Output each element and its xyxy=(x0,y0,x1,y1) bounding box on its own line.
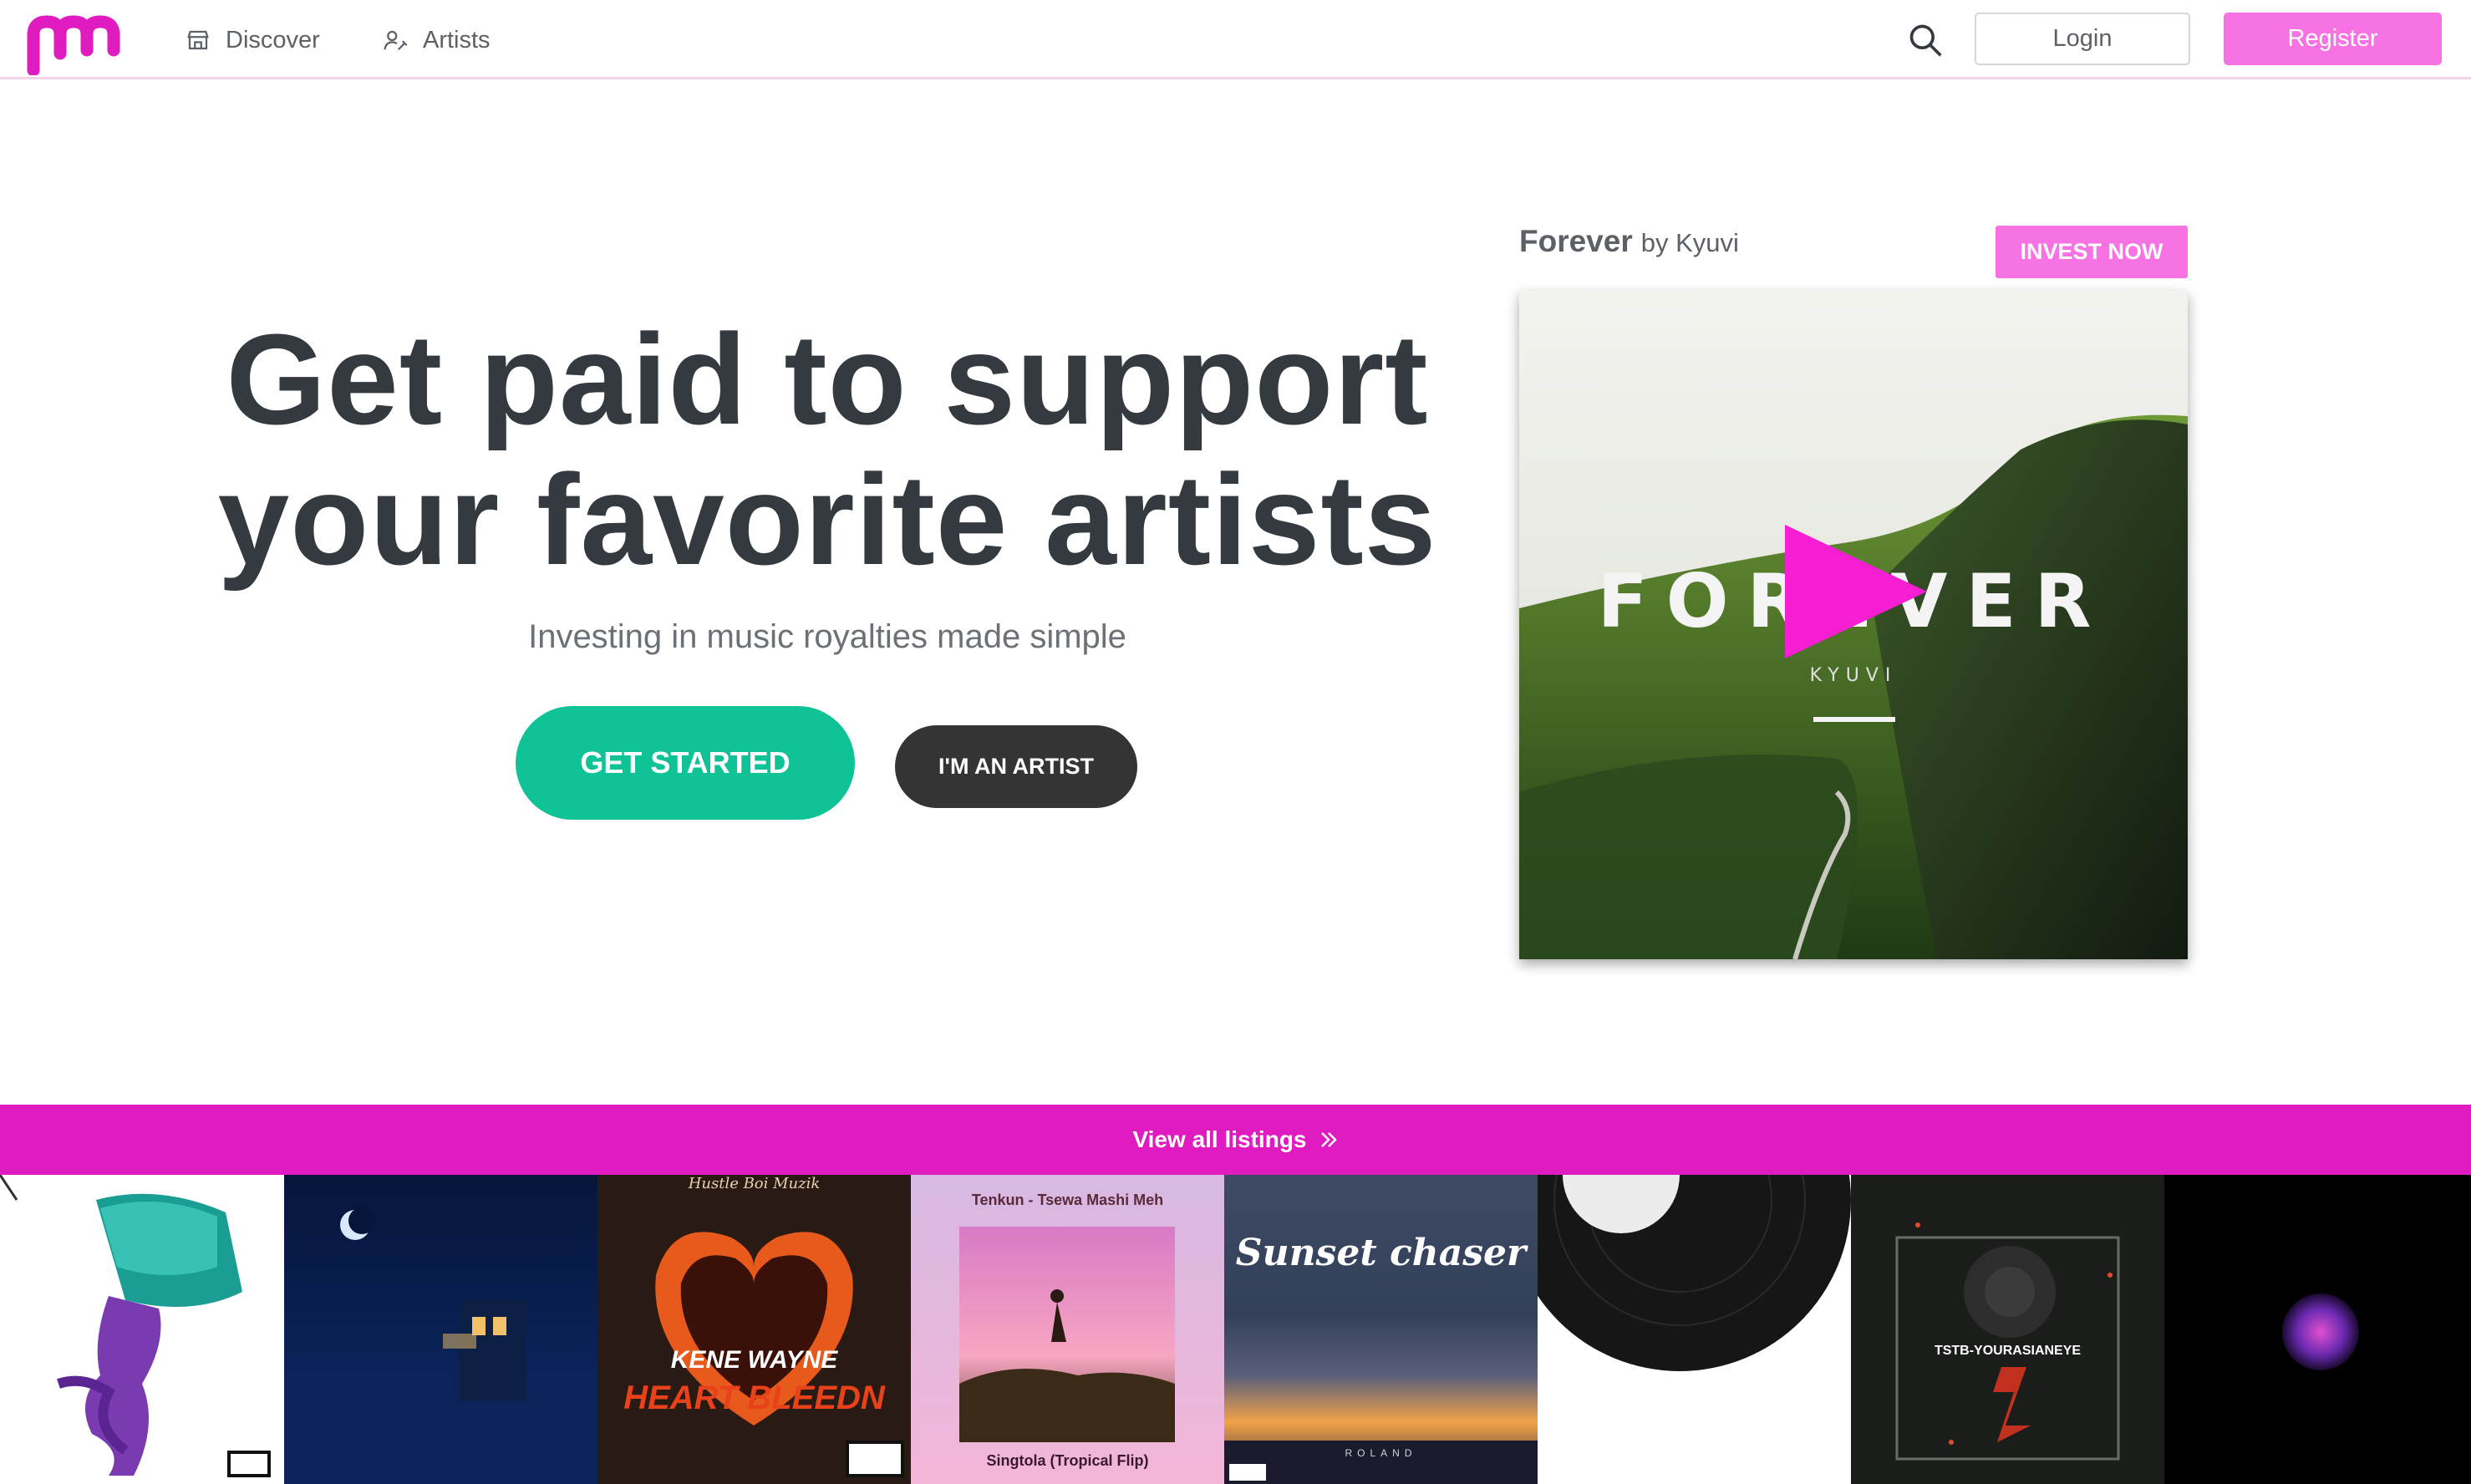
featured-cover[interactable]: FOREVER KYUVI xyxy=(1519,291,2188,959)
hero-title: Get paid to support your favorite artist… xyxy=(167,309,1487,590)
cover-tsewa-art xyxy=(911,1175,1224,1484)
cover-sunset-title: Sunset chaser xyxy=(1235,1232,1527,1274)
cover-sunset-bottom: ROLAND xyxy=(1345,1447,1417,1459)
cover-wavy-art xyxy=(0,1175,284,1484)
get-started-button[interactable]: GET STARTED xyxy=(516,706,855,820)
hero-title-line2: your favorite artists xyxy=(217,448,1437,592)
cover-wavy[interactable] xyxy=(0,1175,284,1484)
cover-tsewa-top: Tenkun - Tsewa Mashi Meh xyxy=(971,1192,1164,1208)
cover-heart-line2: HEART BLEEDN xyxy=(623,1380,885,1416)
invest-now-button[interactable]: INVEST NOW xyxy=(1996,226,2188,278)
featured-heading: Forever by Kyuvi xyxy=(1519,224,1739,259)
listings-cover-row: Hustle Boi Muzik KENE WAYNE HEART BLEEDN… xyxy=(0,1175,2471,1484)
featured-song-title[interactable]: Forever xyxy=(1519,224,1633,259)
register-button[interactable]: Register xyxy=(2224,13,2442,65)
nav-artists-label: Artists xyxy=(423,26,491,53)
cover-vinyl[interactable] xyxy=(1538,1175,1851,1484)
artists-icon xyxy=(384,30,408,51)
im-an-artist-button[interactable]: I'M AN ARTIST xyxy=(895,725,1137,808)
cover-vinyl-art xyxy=(1538,1175,1851,1484)
brand-logo[interactable] xyxy=(27,8,127,75)
cover-underline xyxy=(1813,717,1895,722)
login-button[interactable]: Login xyxy=(1975,13,2190,65)
cover-galaxy-art xyxy=(2164,1175,2471,1484)
cover-tsewa[interactable]: Tenkun - Tsewa Mashi Meh Singtola (Tropi… xyxy=(911,1175,1224,1484)
cover-heart-bleedn-art xyxy=(597,1175,911,1484)
nav-artists[interactable]: Artists xyxy=(383,23,491,57)
cover-galaxy[interactable] xyxy=(2164,1175,2471,1484)
double-chevron-right-icon xyxy=(1320,1132,1337,1147)
cover-heart-bleedn[interactable]: Hustle Boi Muzik KENE WAYNE HEART BLEEDN xyxy=(597,1175,911,1484)
cover-heart-line1: KENE WAYNE xyxy=(670,1346,838,1374)
cover-tstb[interactable]: TSTB-YOURASIANEYE xyxy=(1851,1175,2164,1484)
store-icon xyxy=(187,30,209,50)
view-all-listings-link[interactable]: View all listings xyxy=(0,1105,2471,1175)
cover-tstb-title: TSTB-YOURASIANEYE xyxy=(1934,1344,2082,1358)
featured-cover-artist: KYUVI xyxy=(1809,665,1898,686)
cover-night-art xyxy=(284,1175,597,1484)
navbar: Discover Artists Login Register xyxy=(0,0,2471,79)
nav-discover-label: Discover xyxy=(226,26,320,53)
hero-subtitle: Investing in music royalties made simple xyxy=(528,618,1126,655)
cover-heart-label-top: Hustle Boi Muzik xyxy=(688,1175,821,1192)
view-all-listings-label: View all listings xyxy=(1132,1126,1307,1152)
hero-title-line1: Get paid to support xyxy=(226,307,1429,451)
cover-tstb-art xyxy=(1851,1175,2164,1484)
featured-artist[interactable]: by Kyuvi xyxy=(1641,228,1739,258)
cover-sunset-art xyxy=(1224,1175,1538,1484)
cover-tsewa-bottom: Singtola (Tropical Flip) xyxy=(986,1452,1149,1469)
cover-night[interactable] xyxy=(284,1175,597,1484)
cover-sunset-chaser[interactable]: Sunset chaser ROLAND xyxy=(1224,1175,1538,1484)
play-icon[interactable] xyxy=(1785,525,1927,658)
nav-discover[interactable]: Discover xyxy=(186,23,320,57)
search-icon[interactable] xyxy=(1907,22,1944,58)
